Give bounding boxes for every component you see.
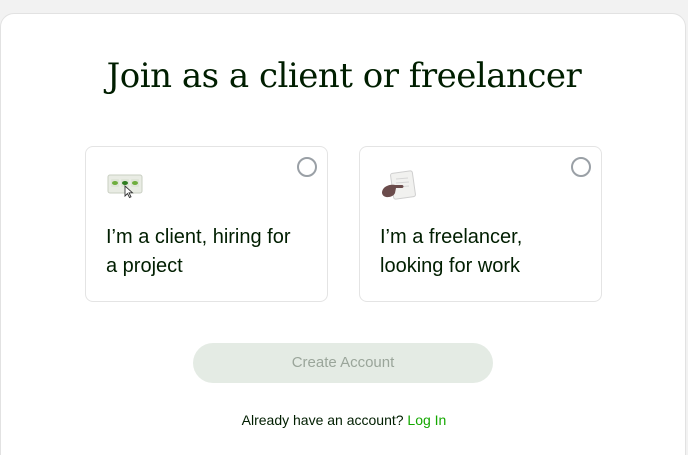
freelancer-work-icon [382, 170, 416, 200]
freelancer-option-card[interactable]: I’m a freelancer, looking for work [359, 146, 602, 302]
login-prompt-row: Already have an account? Log In [0, 412, 688, 428]
client-hiring-icon [107, 174, 143, 199]
freelancer-option-label: I’m a freelancer, looking for work [380, 226, 523, 277]
page-title: Join as a client or freelancer [106, 56, 582, 96]
freelancer-radio-button[interactable] [571, 157, 591, 177]
login-link[interactable]: Log In [407, 412, 446, 428]
create-account-button[interactable]: Create Account [193, 343, 493, 383]
client-option-label: I’m a client, hiring for a project [106, 226, 291, 277]
client-option-card[interactable]: I’m a client, hiring for a project [85, 146, 328, 302]
login-prompt-text: Already have an account? [241, 412, 404, 428]
client-radio-button[interactable] [297, 157, 317, 177]
signup-page: Join as a client or freelancer I’m a cli… [0, 0, 688, 455]
